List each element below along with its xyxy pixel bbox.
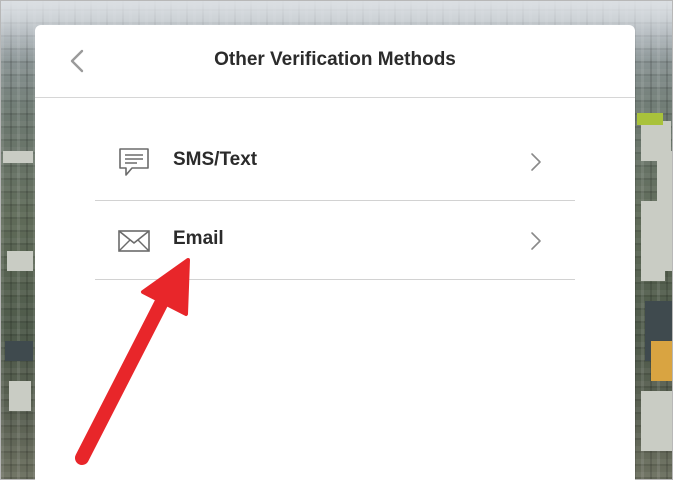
annotation-arrow <box>75 258 190 465</box>
